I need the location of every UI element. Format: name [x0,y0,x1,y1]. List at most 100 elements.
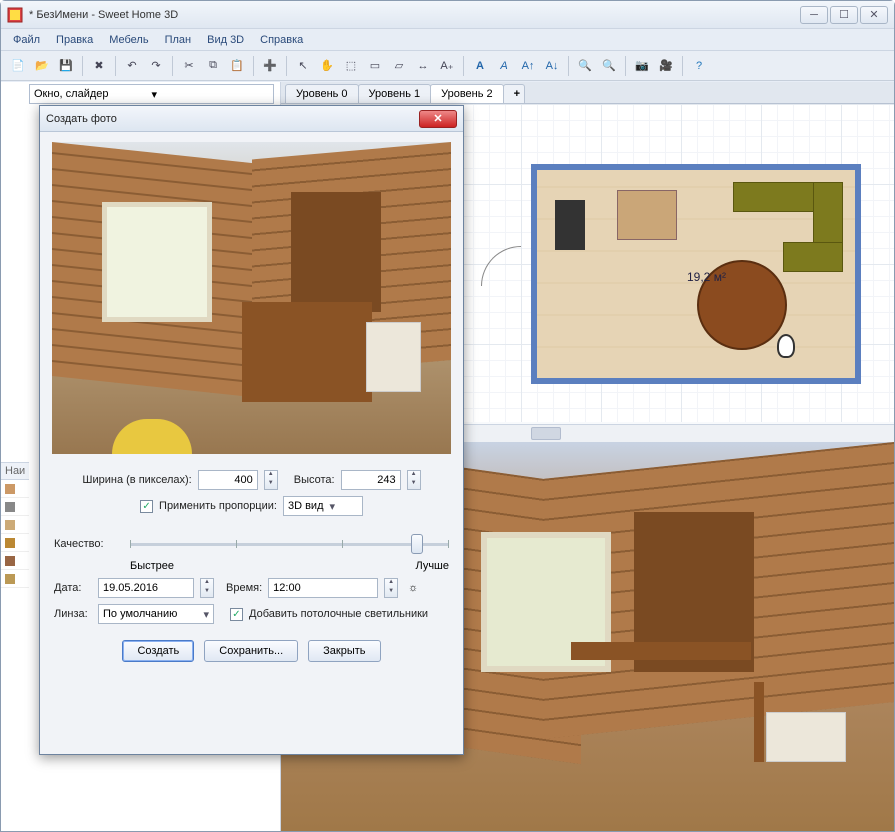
list-header[interactable]: Наи [1,463,29,480]
photo-preview [52,142,451,454]
dialog-body: Ширина (в пикселах): ▲▼ Высота: ▲▼ ✓ При… [40,460,463,672]
menubar: Файл Правка Мебель План Вид 3D Справка [1,29,894,51]
dialog-title: Создать фото [46,113,419,125]
chevron-down-icon: ▾ [152,88,270,101]
new-icon[interactable]: 📄 [7,55,29,77]
redo-icon[interactable]: ↷ [145,55,167,77]
create-rooms-icon[interactable]: ▭ [364,55,386,77]
lens-select[interactable]: По умолчанию▾ [98,604,214,624]
create-walls-icon[interactable]: ⬚ [340,55,362,77]
door-arc[interactable] [481,246,521,286]
tab-level-2[interactable]: Уровень 2 [430,84,504,103]
create-dimensions-icon[interactable]: ↔ [412,55,434,77]
dialog-titlebar[interactable]: Создать фото ✕ [40,106,463,132]
furniture-tv[interactable] [555,200,585,250]
height-spinner[interactable]: ▲▼ [407,470,421,490]
add-furniture-icon[interactable]: ➕ [259,55,281,77]
furniture-list: Наи [1,462,29,831]
time-label: Время: [226,582,262,594]
slider-thumb[interactable] [411,534,423,554]
room-outline[interactable]: 19,2 м² [531,164,861,384]
furniture-sofa[interactable] [733,182,843,272]
close-button[interactable]: ✕ [860,6,888,24]
paste-icon[interactable]: 📋 [226,55,248,77]
decrease-text-icon[interactable]: A↓ [541,55,563,77]
pan-icon[interactable]: ✋ [316,55,338,77]
width-input[interactable] [198,470,258,490]
list-item[interactable] [1,570,29,588]
create-text-icon[interactable]: A₊ [436,55,458,77]
window-title: * БезИмени - Sweet Home 3D [29,9,800,21]
text-italic-icon[interactable]: A [493,55,515,77]
dialog-close-button[interactable]: ✕ [419,110,457,128]
photo-icon[interactable]: 📷 [631,55,653,77]
close-button[interactable]: Закрыть [308,640,380,662]
ceiling-lights-label: Добавить потолочные светильники [249,608,428,620]
date-spinner[interactable]: ▲▼ [200,578,214,598]
maximize-button[interactable]: ☐ [830,6,858,24]
chevron-down-icon: ▾ [330,500,336,513]
room-area-label: 19,2 м² [687,270,726,284]
menu-file[interactable]: Файл [7,32,46,48]
list-item[interactable] [1,534,29,552]
ceiling-lights-checkbox[interactable]: ✓ [230,608,243,621]
quality-fast-label: Быстрее [130,560,174,572]
save-icon[interactable]: 💾 [55,55,77,77]
quality-slider[interactable] [130,534,449,554]
menu-help[interactable]: Справка [254,32,309,48]
preferences-icon[interactable]: ✖ [88,55,110,77]
furniture-desk[interactable] [617,190,677,240]
chair-3d [754,682,864,812]
desk-3d [571,642,771,782]
tab-level-1[interactable]: Уровень 1 [358,84,432,103]
minimize-button[interactable]: ─ [800,6,828,24]
catalog-combo[interactable]: Окно, слайдер ▾ [29,84,274,104]
chevron-down-icon: ▾ [203,608,209,621]
date-input[interactable] [98,578,194,598]
quality-best-label: Лучше [415,560,449,572]
width-spinner[interactable]: ▲▼ [264,470,278,490]
video-icon[interactable]: 🎥 [655,55,677,77]
menu-edit[interactable]: Правка [50,32,99,48]
zoom-in-icon[interactable]: 🔍 [574,55,596,77]
menu-view3d[interactable]: Вид 3D [201,32,250,48]
quality-label: Качество: [54,538,124,550]
copy-icon[interactable]: ⧉ [202,55,224,77]
menu-plan[interactable]: План [159,32,198,48]
create-button[interactable]: Создать [122,640,194,662]
tab-level-0[interactable]: Уровень 0 [285,84,359,103]
zoom-out-icon[interactable]: 🔍 [598,55,620,77]
width-label: Ширина (в пикселах): [82,474,191,486]
list-item[interactable] [1,516,29,534]
save-button[interactable]: Сохранить... [204,640,298,662]
time-spinner[interactable]: ▲▼ [384,578,398,598]
increase-text-icon[interactable]: A↑ [517,55,539,77]
height-label: Высота: [294,474,335,486]
text-bold-icon[interactable]: A [469,55,491,77]
cut-icon[interactable]: ✂ [178,55,200,77]
create-polylines-icon[interactable]: ▱ [388,55,410,77]
sun-icon[interactable]: ☼ [408,582,418,594]
create-photo-dialog: Создать фото ✕ Ширина (в пикселах): ▲▼ В… [39,105,464,755]
menu-furniture[interactable]: Мебель [103,32,154,48]
tab-add-level[interactable]: + [503,84,525,103]
list-item[interactable] [1,480,29,498]
date-label: Дата: [54,582,92,594]
open-icon[interactable]: 📂 [31,55,53,77]
lens-label: Линза: [54,608,92,620]
height-input[interactable] [341,470,401,490]
select-icon[interactable]: ↖ [292,55,314,77]
titlebar[interactable]: * БезИмени - Sweet Home 3D ─ ☐ ✕ [1,1,894,29]
catalog-combo-value: Окно, слайдер [34,88,152,100]
help-icon[interactable]: ? [688,55,710,77]
scrollbar-thumb[interactable] [531,427,561,440]
list-item[interactable] [1,498,29,516]
undo-icon[interactable]: ↶ [121,55,143,77]
apply-ratio-checkbox[interactable]: ✓ [140,500,153,513]
toolbar: 📄 📂 💾 ✖ ↶ ↷ ✂ ⧉ 📋 ➕ ↖ ✋ ⬚ ▭ ▱ ↔ A₊ A A A… [1,51,894,81]
level-tabs: Уровень 0 Уровень 1 Уровень 2 + [281,82,894,104]
camera-icon[interactable] [777,334,795,358]
list-item[interactable] [1,552,29,570]
ratio-select[interactable]: 3D вид▾ [283,496,363,516]
time-input[interactable] [268,578,378,598]
